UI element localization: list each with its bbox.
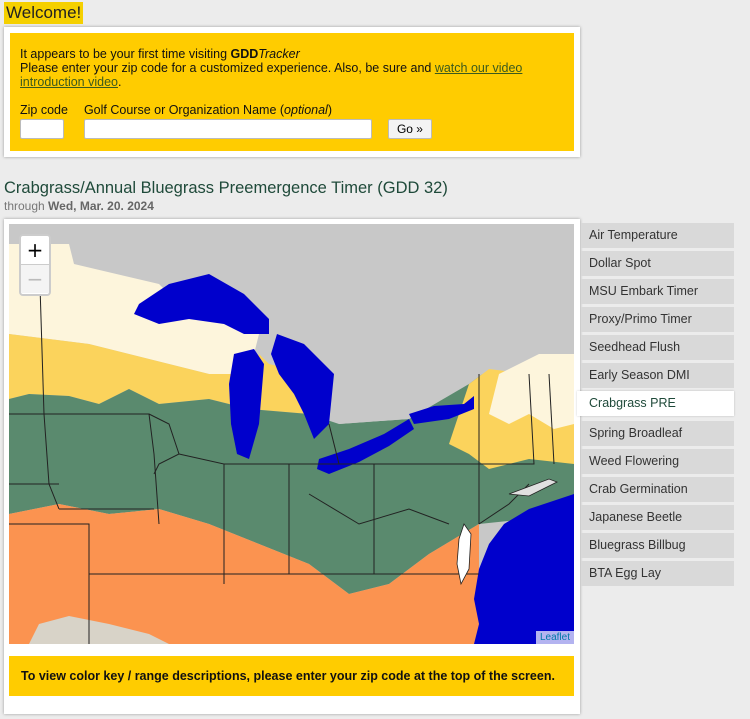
brand-tracker: Tracker: [258, 47, 300, 61]
period: .: [117, 75, 122, 89]
welcome-text: It appears to be your first time visitin…: [20, 47, 231, 61]
org-field-group: Golf Course or Organization Name (option…: [83, 103, 372, 139]
tab-early-season-dmi[interactable]: Early Season DMI: [581, 363, 734, 388]
brand-gdd: GDD: [230, 47, 259, 61]
welcome-instructions: Please enter your zip code for a customi…: [20, 61, 435, 75]
zip-field-group: Zip code: [20, 103, 68, 139]
leaflet-attribution-link[interactable]: Leaflet: [535, 631, 574, 644]
through-label: through: [4, 199, 49, 213]
welcome-heading: Welcome!: [4, 2, 84, 24]
zip-form: Zip code Golf Course or Organization Nam…: [20, 103, 564, 139]
welcome-panel: It appears to be your first time visitin…: [10, 33, 574, 151]
through-date: Wed, Mar. 20. 2024: [48, 199, 154, 213]
tab-seedhead-flush[interactable]: Seedhead Flush: [581, 335, 734, 360]
map-layer: [9, 224, 574, 644]
map[interactable]: + − Leaflet: [9, 224, 574, 644]
welcome-card: It appears to be your first time visitin…: [4, 27, 580, 157]
zip-code-input[interactable]: [20, 119, 64, 139]
tab-bluegrass-billbug[interactable]: Bluegrass Billbug: [581, 533, 734, 558]
welcome-line-1: It appears to be your first time visitin…: [20, 47, 564, 61]
tab-spring-broadleaf[interactable]: Spring Broadleaf: [581, 421, 734, 446]
tab-crab-germination[interactable]: Crab Germination: [581, 477, 734, 502]
organization-name-input[interactable]: [83, 119, 372, 139]
date-subtitle: through Wed, Mar. 20. 2024: [4, 199, 154, 213]
page-title: Crabgrass/Annual Bluegrass Preemergence …: [4, 179, 448, 197]
org-label-text: Golf Course or Organization Name (: [83, 103, 285, 117]
go-button[interactable]: Go »: [387, 119, 432, 139]
tab-air-temperature[interactable]: Air Temperature: [581, 223, 734, 248]
tab-crabgrass-pre[interactable]: Crabgrass PRE: [577, 391, 734, 416]
optional-label: optional: [284, 103, 328, 117]
tab-dollar-spot[interactable]: Dollar Spot: [581, 251, 734, 276]
tab-proxy-primo-timer[interactable]: Proxy/Primo Timer: [581, 307, 734, 332]
zoom-in-button[interactable]: +: [21, 236, 49, 265]
tab-msu-embark-timer[interactable]: MSU Embark Timer: [581, 279, 734, 304]
map-card: + − Leaflet To view color key / range de…: [4, 219, 580, 714]
welcome-line-2: Please enter your zip code for a customi…: [20, 61, 564, 89]
tab-bta-egg-lay[interactable]: BTA Egg Lay: [581, 561, 734, 586]
tab-japanese-beetle[interactable]: Japanese Beetle: [581, 505, 734, 530]
model-tabs: Air Temperature Dollar Spot MSU Embark T…: [577, 223, 734, 589]
zoom-out-button[interactable]: −: [21, 265, 49, 293]
org-label-end: ): [327, 103, 333, 117]
tab-weed-flowering[interactable]: Weed Flowering: [581, 449, 734, 474]
zip-label: Zip code: [20, 103, 68, 117]
org-label: Golf Course or Organization Name (option…: [84, 103, 372, 117]
color-key-notice: To view color key / range descriptions, …: [9, 656, 574, 696]
zoom-control: + −: [19, 234, 51, 296]
